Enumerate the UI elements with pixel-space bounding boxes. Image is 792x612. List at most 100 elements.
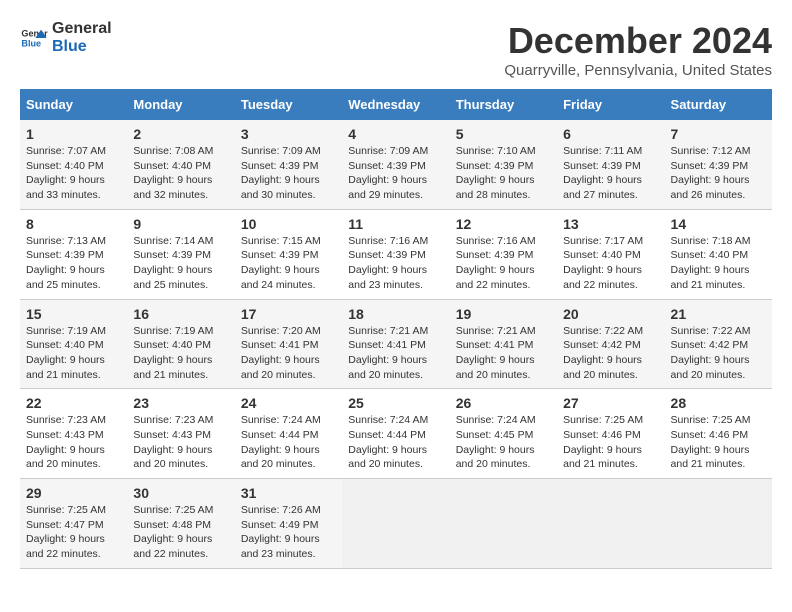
day-info: Sunrise: 7:12 AMSunset: 4:39 PMDaylight:… bbox=[671, 145, 751, 201]
day-number: 17 bbox=[241, 306, 336, 322]
day-number: 27 bbox=[563, 395, 658, 411]
day-info: Sunrise: 7:16 AMSunset: 4:39 PMDaylight:… bbox=[348, 235, 428, 291]
day-number: 11 bbox=[348, 216, 443, 232]
calendar-cell: 25 Sunrise: 7:24 AMSunset: 4:44 PMDaylig… bbox=[342, 389, 449, 479]
day-number: 31 bbox=[241, 485, 336, 501]
header-tuesday: Tuesday bbox=[235, 89, 342, 120]
day-number: 4 bbox=[348, 126, 443, 142]
calendar-cell bbox=[665, 479, 772, 569]
calendar-cell: 21 Sunrise: 7:22 AMSunset: 4:42 PMDaylig… bbox=[665, 299, 772, 389]
day-number: 10 bbox=[241, 216, 336, 232]
day-info: Sunrise: 7:20 AMSunset: 4:41 PMDaylight:… bbox=[241, 325, 321, 381]
calendar-cell: 1 Sunrise: 7:07 AMSunset: 4:40 PMDayligh… bbox=[20, 120, 127, 209]
calendar-cell bbox=[450, 479, 557, 569]
calendar-cell: 13 Sunrise: 7:17 AMSunset: 4:40 PMDaylig… bbox=[557, 209, 664, 299]
calendar-cell: 16 Sunrise: 7:19 AMSunset: 4:40 PMDaylig… bbox=[127, 299, 234, 389]
calendar-cell: 30 Sunrise: 7:25 AMSunset: 4:48 PMDaylig… bbox=[127, 479, 234, 569]
day-info: Sunrise: 7:18 AMSunset: 4:40 PMDaylight:… bbox=[671, 235, 751, 291]
day-number: 6 bbox=[563, 126, 658, 142]
day-info: Sunrise: 7:25 AMSunset: 4:48 PMDaylight:… bbox=[133, 504, 213, 560]
day-number: 8 bbox=[26, 216, 121, 232]
calendar-cell: 5 Sunrise: 7:10 AMSunset: 4:39 PMDayligh… bbox=[450, 120, 557, 209]
header-thursday: Thursday bbox=[450, 89, 557, 120]
svg-text:Blue: Blue bbox=[21, 38, 41, 48]
day-info: Sunrise: 7:09 AMSunset: 4:39 PMDaylight:… bbox=[241, 145, 321, 201]
day-number: 9 bbox=[133, 216, 228, 232]
calendar-cell: 17 Sunrise: 7:20 AMSunset: 4:41 PMDaylig… bbox=[235, 299, 342, 389]
calendar-cell: 11 Sunrise: 7:16 AMSunset: 4:39 PMDaylig… bbox=[342, 209, 449, 299]
week-row-1: 1 Sunrise: 7:07 AMSunset: 4:40 PMDayligh… bbox=[20, 120, 772, 209]
calendar-cell: 4 Sunrise: 7:09 AMSunset: 4:39 PMDayligh… bbox=[342, 120, 449, 209]
day-info: Sunrise: 7:07 AMSunset: 4:40 PMDaylight:… bbox=[26, 145, 106, 201]
calendar-cell: 27 Sunrise: 7:25 AMSunset: 4:46 PMDaylig… bbox=[557, 389, 664, 479]
day-info: Sunrise: 7:22 AMSunset: 4:42 PMDaylight:… bbox=[563, 325, 643, 381]
day-number: 16 bbox=[133, 306, 228, 322]
day-number: 28 bbox=[671, 395, 766, 411]
day-info: Sunrise: 7:13 AMSunset: 4:39 PMDaylight:… bbox=[26, 235, 106, 291]
calendar-header: SundayMondayTuesdayWednesdayThursdayFrid… bbox=[20, 89, 772, 120]
header-monday: Monday bbox=[127, 89, 234, 120]
day-info: Sunrise: 7:21 AMSunset: 4:41 PMDaylight:… bbox=[348, 325, 428, 381]
day-info: Sunrise: 7:14 AMSunset: 4:39 PMDaylight:… bbox=[133, 235, 213, 291]
header-row: SundayMondayTuesdayWednesdayThursdayFrid… bbox=[20, 89, 772, 120]
day-info: Sunrise: 7:17 AMSunset: 4:40 PMDaylight:… bbox=[563, 235, 643, 291]
day-info: Sunrise: 7:19 AMSunset: 4:40 PMDaylight:… bbox=[26, 325, 106, 381]
calendar-body: 1 Sunrise: 7:07 AMSunset: 4:40 PMDayligh… bbox=[20, 120, 772, 568]
calendar-cell: 8 Sunrise: 7:13 AMSunset: 4:39 PMDayligh… bbox=[20, 209, 127, 299]
day-number: 12 bbox=[456, 216, 551, 232]
header-friday: Friday bbox=[557, 89, 664, 120]
day-info: Sunrise: 7:08 AMSunset: 4:40 PMDaylight:… bbox=[133, 145, 213, 201]
calendar-cell: 18 Sunrise: 7:21 AMSunset: 4:41 PMDaylig… bbox=[342, 299, 449, 389]
calendar-cell bbox=[342, 479, 449, 569]
day-info: Sunrise: 7:22 AMSunset: 4:42 PMDaylight:… bbox=[671, 325, 751, 381]
month-title: December 2024 bbox=[504, 20, 772, 62]
day-info: Sunrise: 7:21 AMSunset: 4:41 PMDaylight:… bbox=[456, 325, 536, 381]
header-sunday: Sunday bbox=[20, 89, 127, 120]
header-saturday: Saturday bbox=[665, 89, 772, 120]
day-number: 25 bbox=[348, 395, 443, 411]
day-number: 21 bbox=[671, 306, 766, 322]
day-number: 2 bbox=[133, 126, 228, 142]
day-number: 3 bbox=[241, 126, 336, 142]
day-number: 23 bbox=[133, 395, 228, 411]
day-info: Sunrise: 7:25 AMSunset: 4:47 PMDaylight:… bbox=[26, 504, 106, 560]
day-info: Sunrise: 7:19 AMSunset: 4:40 PMDaylight:… bbox=[133, 325, 213, 381]
title-block: December 2024 Quarryville, Pennsylvania,… bbox=[504, 20, 772, 79]
day-info: Sunrise: 7:24 AMSunset: 4:44 PMDaylight:… bbox=[348, 414, 428, 470]
week-row-3: 15 Sunrise: 7:19 AMSunset: 4:40 PMDaylig… bbox=[20, 299, 772, 389]
logo-icon: General Blue bbox=[20, 24, 48, 52]
calendar-cell: 31 Sunrise: 7:26 AMSunset: 4:49 PMDaylig… bbox=[235, 479, 342, 569]
calendar-cell: 9 Sunrise: 7:14 AMSunset: 4:39 PMDayligh… bbox=[127, 209, 234, 299]
calendar-cell: 26 Sunrise: 7:24 AMSunset: 4:45 PMDaylig… bbox=[450, 389, 557, 479]
day-number: 19 bbox=[456, 306, 551, 322]
calendar-cell bbox=[557, 479, 664, 569]
day-info: Sunrise: 7:25 AMSunset: 4:46 PMDaylight:… bbox=[671, 414, 751, 470]
day-info: Sunrise: 7:10 AMSunset: 4:39 PMDaylight:… bbox=[456, 145, 536, 201]
day-info: Sunrise: 7:24 AMSunset: 4:45 PMDaylight:… bbox=[456, 414, 536, 470]
day-info: Sunrise: 7:09 AMSunset: 4:39 PMDaylight:… bbox=[348, 145, 428, 201]
day-number: 7 bbox=[671, 126, 766, 142]
calendar-cell: 10 Sunrise: 7:15 AMSunset: 4:39 PMDaylig… bbox=[235, 209, 342, 299]
day-number: 15 bbox=[26, 306, 121, 322]
day-number: 24 bbox=[241, 395, 336, 411]
day-info: Sunrise: 7:23 AMSunset: 4:43 PMDaylight:… bbox=[133, 414, 213, 470]
day-info: Sunrise: 7:11 AMSunset: 4:39 PMDaylight:… bbox=[563, 145, 642, 201]
calendar-cell: 12 Sunrise: 7:16 AMSunset: 4:39 PMDaylig… bbox=[450, 209, 557, 299]
day-number: 20 bbox=[563, 306, 658, 322]
calendar-cell: 28 Sunrise: 7:25 AMSunset: 4:46 PMDaylig… bbox=[665, 389, 772, 479]
calendar-cell: 24 Sunrise: 7:24 AMSunset: 4:44 PMDaylig… bbox=[235, 389, 342, 479]
calendar-cell: 14 Sunrise: 7:18 AMSunset: 4:40 PMDaylig… bbox=[665, 209, 772, 299]
week-row-4: 22 Sunrise: 7:23 AMSunset: 4:43 PMDaylig… bbox=[20, 389, 772, 479]
page-header: General Blue General Blue December 2024 … bbox=[20, 20, 772, 79]
day-info: Sunrise: 7:16 AMSunset: 4:39 PMDaylight:… bbox=[456, 235, 536, 291]
calendar-cell: 22 Sunrise: 7:23 AMSunset: 4:43 PMDaylig… bbox=[20, 389, 127, 479]
logo-text-blue: Blue bbox=[52, 38, 112, 56]
day-number: 18 bbox=[348, 306, 443, 322]
calendar-cell: 19 Sunrise: 7:21 AMSunset: 4:41 PMDaylig… bbox=[450, 299, 557, 389]
calendar-cell: 15 Sunrise: 7:19 AMSunset: 4:40 PMDaylig… bbox=[20, 299, 127, 389]
calendar-cell: 29 Sunrise: 7:25 AMSunset: 4:47 PMDaylig… bbox=[20, 479, 127, 569]
calendar-cell: 6 Sunrise: 7:11 AMSunset: 4:39 PMDayligh… bbox=[557, 120, 664, 209]
day-info: Sunrise: 7:24 AMSunset: 4:44 PMDaylight:… bbox=[241, 414, 321, 470]
day-number: 30 bbox=[133, 485, 228, 501]
logo: General Blue General Blue bbox=[20, 20, 112, 55]
